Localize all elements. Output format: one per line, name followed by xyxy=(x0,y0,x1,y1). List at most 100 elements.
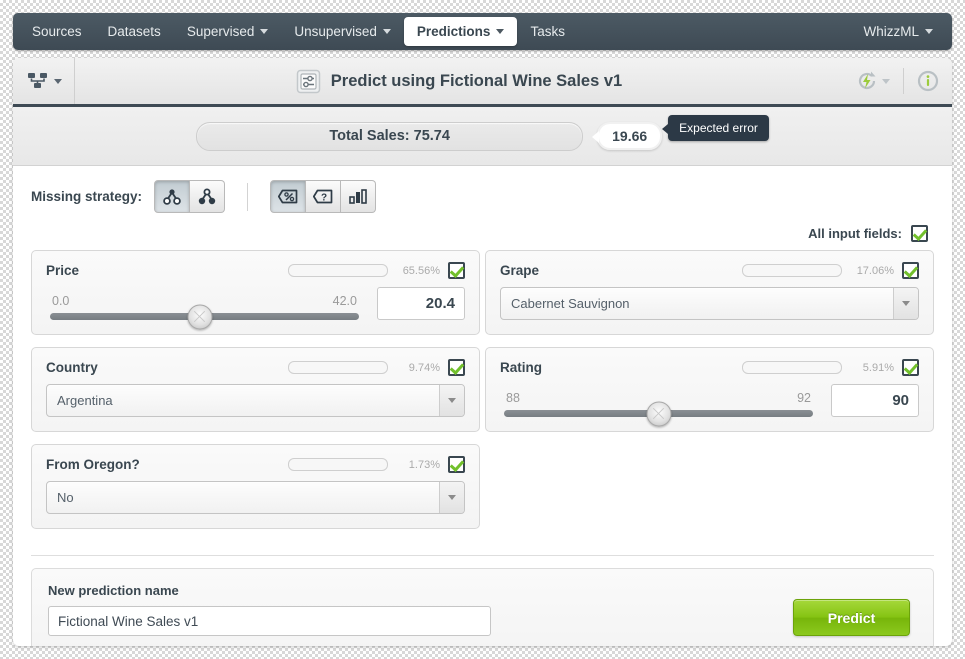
missing-strategy-proportional[interactable] xyxy=(190,180,226,213)
info-icon xyxy=(917,70,939,92)
question-tag-icon: ? xyxy=(312,188,334,205)
histogram-icon xyxy=(348,188,368,205)
refresh-lightning-icon xyxy=(856,70,878,92)
objective-value: Total Sales: 75.74 xyxy=(196,121,584,151)
field-rating: Rating 5.91% 88 92 90 xyxy=(485,347,934,432)
prediction-sliders-icon xyxy=(296,69,321,94)
importance-bar xyxy=(288,264,388,277)
field-header: Rating 5.91% xyxy=(500,359,919,376)
slider-thumb[interactable] xyxy=(646,401,671,426)
value-input[interactable]: 90 xyxy=(831,384,919,417)
model-selector-button[interactable] xyxy=(13,58,75,104)
field-enabled-checkbox[interactable] xyxy=(902,359,919,376)
field-enabled-checkbox[interactable] xyxy=(448,456,465,473)
nav-label: WhizzML xyxy=(863,24,919,39)
field-label: From Oregon? xyxy=(46,457,140,472)
nav-supervised[interactable]: Supervised xyxy=(174,17,282,46)
view-question[interactable]: ? xyxy=(306,180,342,213)
nav-unsupervised[interactable]: Unsupervised xyxy=(281,17,404,46)
nav-label: Supervised xyxy=(186,24,255,39)
field-grape: Grape 17.06% Cabernet Sauvignon xyxy=(485,250,934,335)
field-header: Country 9.74% xyxy=(46,359,465,376)
field-enabled-checkbox[interactable] xyxy=(448,262,465,279)
toolbar-divider xyxy=(247,182,249,211)
slider-thumb[interactable] xyxy=(187,304,213,329)
expected-error-tooltip: Expected error xyxy=(662,115,769,141)
info-button[interactable] xyxy=(904,58,952,104)
slider-min: 88 xyxy=(506,391,520,405)
tree-hollow-icon xyxy=(162,188,182,206)
nav-sources[interactable]: Sources xyxy=(19,17,95,46)
importance-bar xyxy=(288,458,388,471)
nav-label: Tasks xyxy=(530,24,565,39)
grid-empty-cell xyxy=(485,444,934,541)
all-input-fields-row: All input fields: xyxy=(13,225,952,242)
panel-header: Predict using Fictional Wine Sales v1 xyxy=(13,58,952,107)
view-percent[interactable] xyxy=(270,180,307,213)
refresh-lightning-button[interactable] xyxy=(843,58,903,104)
field-enabled-checkbox[interactable] xyxy=(448,359,465,376)
field-label: Price xyxy=(46,263,80,278)
prediction-panel: Predict using Fictional Wine Sales v1 To… xyxy=(13,58,952,646)
field-label: Grape xyxy=(500,263,540,278)
field-label: Rating xyxy=(500,360,542,375)
slider-track[interactable] xyxy=(504,401,813,426)
select-value: No xyxy=(57,490,74,505)
nav-label: Datasets xyxy=(107,24,161,39)
prediction-name-value: Fictional Wine Sales v1 xyxy=(58,613,199,629)
select-value: Cabernet Sauvignon xyxy=(511,296,630,311)
expected-error-label: Expected error xyxy=(679,121,758,135)
slider-area: 0.0 42.0 20.4 xyxy=(46,287,465,329)
importance-bar xyxy=(288,361,388,374)
slider-column: 88 92 xyxy=(500,391,817,426)
page-title-area: Predict using Fictional Wine Sales v1 xyxy=(75,69,843,94)
prediction-footer: New prediction name Fictional Wine Sales… xyxy=(31,568,934,646)
main-navigation: Sources Datasets Supervised Unsupervised… xyxy=(13,13,952,50)
chevron-down-icon xyxy=(893,288,918,319)
nav-datasets[interactable]: Datasets xyxy=(95,17,174,46)
chevron-down-icon xyxy=(382,29,391,34)
chevron-down-icon xyxy=(496,29,505,34)
predict-button[interactable]: Predict xyxy=(793,599,910,636)
slider-track[interactable] xyxy=(50,304,359,329)
field-header: Price 65.56% xyxy=(46,262,465,279)
from-oregon-select[interactable]: No xyxy=(46,481,465,514)
nav-whizzml[interactable]: WhizzML xyxy=(850,17,946,46)
nav-label: Predictions xyxy=(416,24,491,39)
input-fields-grid: Price 65.56% 0.0 42.0 20.4 Grape 17.06% … xyxy=(13,242,952,541)
value-input[interactable]: 20.4 xyxy=(377,287,465,320)
field-enabled-checkbox[interactable] xyxy=(902,262,919,279)
missing-strategy-last-prediction[interactable] xyxy=(154,180,191,213)
nav-tasks[interactable]: Tasks xyxy=(517,17,578,46)
all-input-fields-checkbox[interactable] xyxy=(911,225,928,242)
nav-label: Unsupervised xyxy=(294,24,377,39)
select-value: Argentina xyxy=(57,393,113,408)
nav-predictions[interactable]: Predictions xyxy=(403,17,518,46)
field-country: Country 9.74% Argentina xyxy=(31,347,480,432)
view-mode-group: ? xyxy=(270,180,377,213)
expected-error-value: 19.66 xyxy=(592,122,663,150)
importance-bar xyxy=(742,361,842,374)
objective-text: Total Sales: 75.74 xyxy=(329,128,450,144)
footer-divider xyxy=(31,555,934,556)
value-text: 90 xyxy=(892,392,909,409)
slider-max: 92 xyxy=(797,391,811,405)
importance-percent: 9.74% xyxy=(408,361,440,374)
chevron-down-icon xyxy=(882,78,890,84)
importance-percent: 5.91% xyxy=(862,361,894,374)
grape-select[interactable]: Cabernet Sauvignon xyxy=(500,287,919,320)
importance-percent: 1.73% xyxy=(408,458,440,471)
prediction-name-label: New prediction name xyxy=(48,583,179,598)
model-tree-icon xyxy=(27,72,49,90)
prediction-result-bar: Total Sales: 75.74 19.66 Expected error xyxy=(13,107,952,166)
slider-area: 88 92 90 xyxy=(500,384,919,426)
prediction-name-input[interactable]: Fictional Wine Sales v1 xyxy=(48,606,491,636)
prediction-name-block: New prediction name Fictional Wine Sales… xyxy=(48,583,491,636)
view-histogram[interactable] xyxy=(341,180,377,213)
importance-percent: 17.06% xyxy=(856,264,894,277)
missing-strategy-label: Missing strategy: xyxy=(31,189,143,204)
missing-strategy-row: Missing strategy: ? xyxy=(13,166,952,223)
importance-bar xyxy=(742,264,842,277)
country-select[interactable]: Argentina xyxy=(46,384,465,417)
predict-button-label: Predict xyxy=(827,609,876,626)
